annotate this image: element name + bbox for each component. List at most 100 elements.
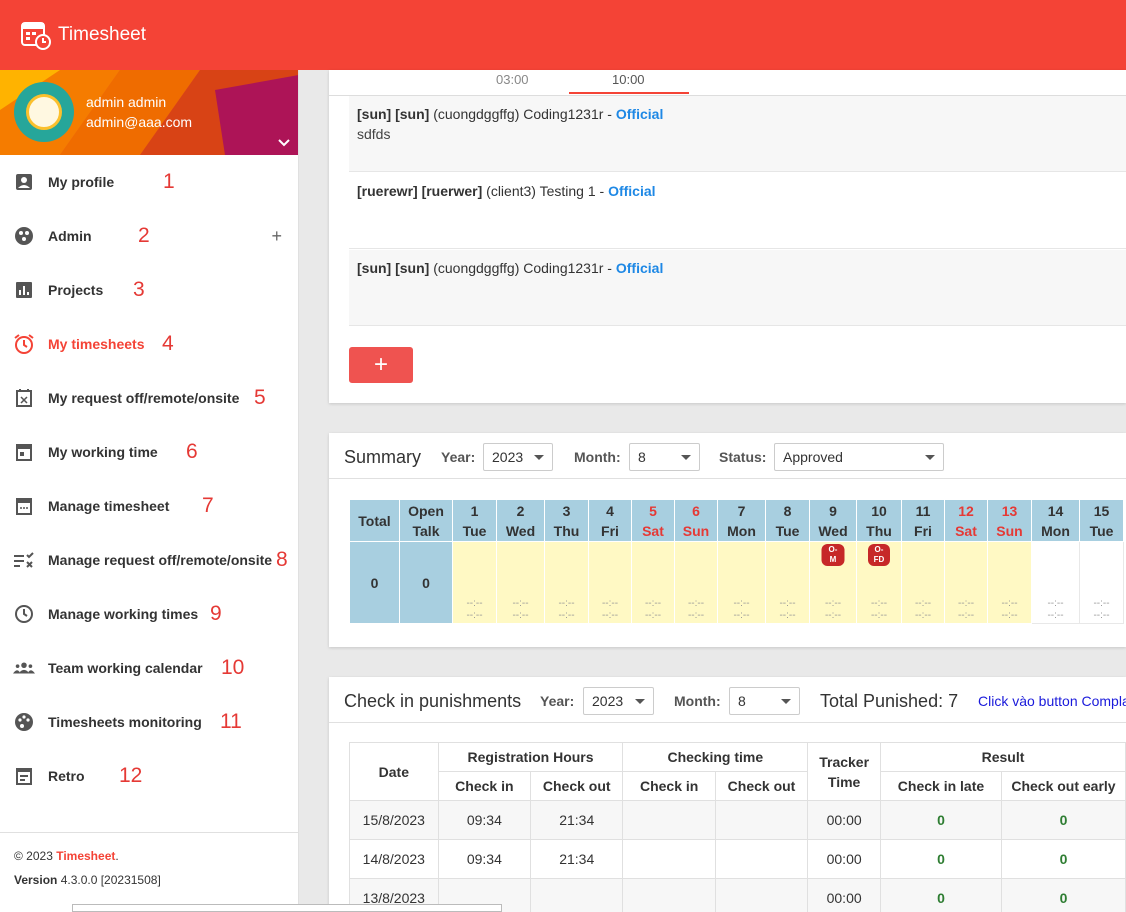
add-entry-button[interactable]: + [349, 347, 413, 383]
timesheet-logo-icon [21, 22, 51, 50]
entry-desc: (cuongdggffg) Coding1231r - [429, 260, 616, 276]
open-talk-header: Open Talk [399, 499, 453, 542]
chevron-down-icon[interactable] [276, 135, 292, 151]
sidebar-item-my-timesheets[interactable]: My timesheets 4 [0, 317, 298, 371]
day-cell[interactable]: --:-- --:-- [1031, 541, 1080, 624]
month-select[interactable]: 8 [729, 687, 800, 715]
footer-brand-link[interactable]: Timesheet [56, 849, 115, 863]
off-full-day-badge[interactable]: O-FD [868, 544, 890, 566]
year-select[interactable]: 2023 [483, 443, 553, 471]
day-cell[interactable]: --:-- --:-- [901, 541, 945, 624]
reg-out-cell [530, 878, 624, 912]
sidebar-item-retro[interactable]: Retro 12 [0, 749, 298, 803]
horizontal-scrollbar[interactable] [72, 904, 502, 912]
status-select[interactable]: Approved [774, 443, 944, 471]
team-icon [13, 657, 35, 679]
sidebar-item-timesheets-monitoring[interactable]: Timesheets monitoring 11 [0, 695, 298, 749]
chk-check-in-header: Check in [622, 771, 716, 801]
menu-number: 6 [186, 440, 198, 463]
day-cell[interactable]: --:-- --:-- [631, 541, 675, 624]
off-morning-badge[interactable]: O-M [821, 544, 845, 566]
day-cell[interactable]: O-M --:-- --:-- [809, 541, 857, 624]
sidebar-item-manage-request[interactable]: Manage request off/remote/onsite 8 [0, 533, 298, 587]
complain-hint-link[interactable]: Click vào button Compla [978, 693, 1126, 709]
day-cell[interactable]: --:-- --:-- [544, 541, 589, 624]
entry-type: Official [615, 106, 664, 122]
account-box-icon [13, 171, 35, 193]
clock-avatar-icon [26, 94, 62, 130]
version-value: 4.3.0.0 [20231508] [57, 873, 161, 887]
punishments-card: Check in punishments Year: 2023 Month: 8… [329, 677, 1126, 912]
day-cell[interactable]: --:-- --:-- [717, 541, 766, 624]
day-header: 4 Fri [588, 499, 632, 542]
copyright-text: © 2023 [14, 849, 57, 863]
day-cell[interactable]: --:-- --:-- [1079, 541, 1124, 624]
menu-number: 10 [221, 656, 245, 679]
sidebar-item-team-working-calendar[interactable]: Team working calendar 10 [0, 641, 298, 695]
month-select[interactable]: 8 [629, 443, 700, 471]
sidebar-item-manage-timesheet[interactable]: Manage timesheet 7 [0, 479, 298, 533]
document-icon [13, 765, 35, 787]
day-cell[interactable]: O-FD --:-- --:-- [856, 541, 902, 624]
time-tab-active[interactable]: 10:00 [612, 72, 645, 87]
sidebar-item-my-working-time[interactable]: My working time 6 [0, 425, 298, 479]
day-cell[interactable]: --:-- --:-- [765, 541, 810, 624]
app-title[interactable]: Timesheet [58, 24, 146, 46]
sidebar-menu: My profile 1 Admin 2 + Projects 3 My tim… [0, 155, 298, 803]
day-header: 10 Thu [856, 499, 902, 542]
active-tab-indicator [569, 92, 689, 94]
day-cell[interactable]: --:-- --:-- [496, 541, 545, 624]
version-line: Version 4.3.0.0 [20231508] [14, 873, 285, 887]
alarm-icon [13, 333, 35, 355]
expand-plus-icon[interactable]: + [271, 226, 282, 247]
day-cell[interactable]: --:-- --:-- [588, 541, 632, 624]
avatar[interactable] [14, 82, 74, 142]
top-app-bar: Timesheet [0, 0, 1126, 70]
entry-type: Official [608, 183, 656, 199]
time-tabs: 03:00 10:00 [329, 70, 1126, 96]
time-tab[interactable]: 03:00 [496, 72, 529, 87]
sidebar-item-admin[interactable]: Admin 2 + [0, 209, 298, 263]
sidebar-item-manage-working-times[interactable]: Manage working times 9 [0, 587, 298, 641]
sidebar-item-label: My profile [48, 174, 115, 190]
sidebar-item-label: Manage working times [48, 606, 199, 622]
summary-filter-row: Summary Year: 2023 Month: 8 Status: Appr… [329, 433, 1126, 479]
timesheet-entry[interactable]: [sun] [sun] (cuongdggffg) Coding1231r - … [349, 96, 1126, 172]
user-name: admin admin [86, 94, 167, 110]
timesheet-entries-card: 03:00 10:00 [sun] [sun] (cuongdggffg) Co… [329, 70, 1126, 403]
tracker-cell: 00:00 [807, 839, 882, 879]
day-cell[interactable]: --:-- --:-- [452, 541, 497, 624]
day-header: 9 Wed [809, 499, 857, 542]
caret-down-icon [781, 699, 791, 704]
caret-down-icon [534, 455, 544, 460]
summary-table: Total Open Talk 1 Tue 2 Wed 3 Thu 4 Fri 5 Sat… [349, 499, 1124, 624]
day-cell[interactable]: --:-- --:-- [987, 541, 1032, 624]
timesheet-entry[interactable]: [ruerewr] [ruerwer] (client3) Testing 1 … [349, 173, 1126, 249]
month-label: Month: [574, 449, 621, 465]
year-label: Year: [441, 449, 476, 465]
early-cell: 0 [1000, 800, 1126, 840]
day-cell[interactable]: --:-- --:-- [944, 541, 988, 624]
sidebar-item-label: My request off/remote/onsite [48, 390, 240, 406]
admin-icon [13, 225, 35, 247]
entry-tags: [sun] [sun] [357, 106, 430, 122]
entry-tags: [ruerewr] [ruerwer] [357, 183, 483, 199]
day-header: 15 Tue [1079, 499, 1124, 542]
year-value: 2023 [492, 449, 524, 465]
sidebar-item-my-profile[interactable]: My profile 1 [0, 155, 298, 209]
registration-header: Registration Hours [437, 742, 624, 772]
sidebar-footer: © 2023 Timesheet. Version 4.3.0.0 [20231… [0, 832, 299, 912]
sidebar-item-projects[interactable]: Projects 3 [0, 263, 298, 317]
year-select[interactable]: 2023 [583, 687, 654, 715]
month-value: 8 [738, 693, 746, 709]
month-label: Month: [674, 693, 721, 709]
day-header: 13 Sun [987, 499, 1032, 542]
late-cell: 0 [880, 839, 1002, 879]
reg-in-cell: 09:34 [437, 800, 532, 840]
early-cell: 0 [1000, 839, 1126, 879]
timesheet-entry[interactable]: [sun] [sun] (cuongdggffg) Coding1231r - … [349, 250, 1126, 326]
sidebar-item-my-request[interactable]: My request off/remote/onsite 5 [0, 371, 298, 425]
day-header: 11 Fri [901, 499, 945, 542]
day-cell[interactable]: --:-- --:-- [674, 541, 718, 624]
status-value: Approved [783, 449, 843, 465]
